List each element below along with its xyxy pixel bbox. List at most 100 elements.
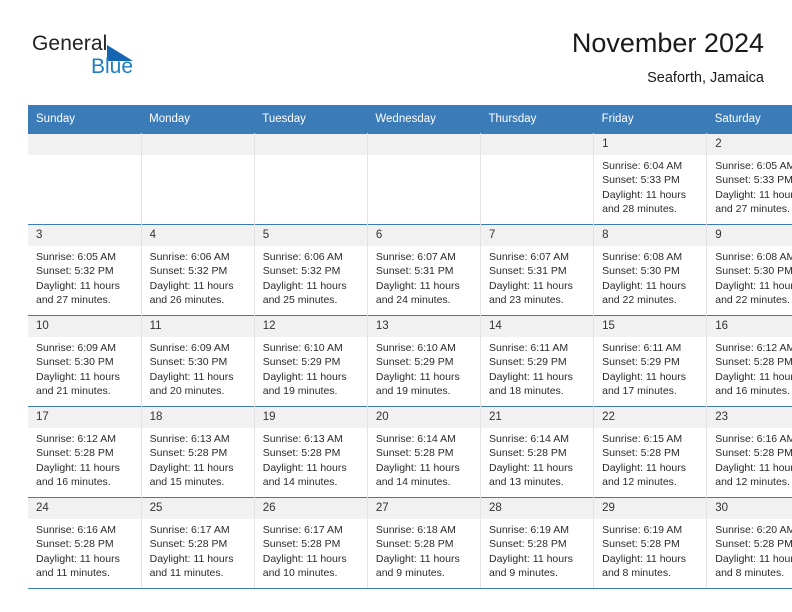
calendar-day-cell[interactable]: 16 Sunrise: 6:12 AM Sunset: 5:28 PM Dayligh… (706, 315, 792, 407)
sunrise-text: Sunrise: 6:13 AM (149, 433, 230, 445)
daylight-text: Daylight: 11 hours and 27 minutes. (36, 279, 120, 307)
calendar-day-cell[interactable]: 2 Sunrise: 6:05 AM Sunset: 5:33 PM Daylight… (706, 133, 792, 225)
day-sun-info: Sunrise: 6:12 AM Sunset: 5:28 PM Daylight:… (707, 337, 792, 399)
calendar-day-cell[interactable]: 6 Sunrise: 6:07 AM Sunset: 5:31 PM Daylight… (367, 224, 482, 316)
daylight-text: Daylight: 11 hours and 12 minutes. (602, 461, 686, 489)
page-subtitle-location: Seaforth, Jamaica (647, 70, 764, 86)
daylight-text: Daylight: 11 hours and 25 minutes. (262, 279, 347, 307)
daylight-text: Daylight: 11 hours and 23 minutes. (489, 279, 573, 307)
day-sun-info: Sunrise: 6:05 AM Sunset: 5:32 PM Daylight:… (28, 246, 141, 308)
calendar-day-cell[interactable]: 11 Sunrise: 6:09 AM Sunset: 5:30 PM Dayligh… (141, 315, 255, 407)
weekday-header-saturday: Saturday (706, 105, 792, 134)
day-number: 24 (28, 498, 141, 519)
calendar-day-cell[interactable]: 30 Sunrise: 6:20 AM Sunset: 5:28 PM Dayligh… (706, 497, 792, 589)
day-sun-info: Sunrise: 6:13 AM Sunset: 5:28 PM Daylight:… (142, 428, 254, 490)
daylight-text: Daylight: 11 hours and 16 minutes. (36, 461, 120, 489)
calendar-day-cell-empty (254, 133, 368, 225)
daylight-text: Daylight: 11 hours and 28 minutes. (602, 188, 686, 216)
sunrise-text: Sunrise: 6:12 AM (715, 342, 792, 354)
calendar-day-cell[interactable]: 25 Sunrise: 6:17 AM Sunset: 5:28 PM Dayligh… (141, 497, 255, 589)
daylight-text: Daylight: 11 hours and 27 minutes. (715, 188, 792, 216)
calendar-header-row: Sunday Monday Tuesday Wednesday Thursday… (28, 105, 792, 134)
calendar-grid: Sunday Monday Tuesday Wednesday Thursday… (28, 105, 792, 589)
page-title: November 2024 (571, 28, 764, 58)
day-number (481, 134, 594, 155)
day-sun-info: Sunrise: 6:11 AM Sunset: 5:29 PM Daylight:… (481, 337, 593, 399)
weekday-header-sunday: Sunday (28, 105, 142, 134)
sunset-text: Sunset: 5:28 PM (149, 538, 228, 551)
sunset-text: Sunset: 5:29 PM (375, 356, 454, 369)
sunset-text: Sunset: 5:28 PM (602, 447, 680, 460)
calendar-day-cell[interactable]: 17 Sunrise: 6:12 AM Sunset: 5:28 PM Dayligh… (28, 406, 142, 498)
calendar-day-cell[interactable]: 14 Sunrise: 6:11 AM Sunset: 5:29 PM Dayligh… (480, 315, 595, 407)
calendar-day-cell[interactable]: 15 Sunrise: 6:11 AM Sunset: 5:29 PM Dayligh… (593, 315, 708, 407)
day-sun-info: Sunrise: 6:19 AM Sunset: 5:28 PM Daylight:… (594, 519, 706, 581)
calendar-day-cell[interactable]: 12 Sunrise: 6:10 AM Sunset: 5:29 PM Dayligh… (254, 315, 368, 407)
calendar-week-row: 24 Sunrise: 6:16 AM Sunset: 5:28 PM Dayligh… (28, 497, 792, 589)
day-number: 14 (481, 316, 594, 337)
calendar-day-cell[interactable]: 27 Sunrise: 6:18 AM Sunset: 5:28 PM Dayligh… (367, 497, 482, 589)
calendar-day-cell[interactable]: 24 Sunrise: 6:16 AM Sunset: 5:28 PM Dayligh… (28, 497, 142, 589)
sunrise-text: Sunrise: 6:14 AM (489, 433, 569, 445)
calendar-day-cell[interactable]: 1 Sunrise: 6:04 AM Sunset: 5:33 PM Daylight… (593, 133, 708, 225)
day-number: 22 (594, 407, 707, 428)
calendar-day-cell-empty (28, 133, 142, 225)
calendar-day-cell[interactable]: 10 Sunrise: 6:09 AM Sunset: 5:30 PM Dayligh… (28, 315, 142, 407)
calendar-day-cell[interactable]: 4 Sunrise: 6:06 AM Sunset: 5:32 PM Daylight… (141, 224, 255, 316)
day-sun-info: Sunrise: 6:09 AM Sunset: 5:30 PM Daylight:… (28, 337, 141, 399)
calendar-day-cell[interactable]: 5 Sunrise: 6:06 AM Sunset: 5:32 PM Daylight… (254, 224, 368, 316)
calendar-day-cell[interactable]: 28 Sunrise: 6:19 AM Sunset: 5:28 PM Dayligh… (480, 497, 595, 589)
calendar-day-cell[interactable]: 7 Sunrise: 6:07 AM Sunset: 5:31 PM Daylight… (480, 224, 595, 316)
calendar-table: Sunday Monday Tuesday Wednesday Thursday… (28, 105, 792, 589)
sunrise-text: Sunrise: 6:20 AM (715, 524, 792, 536)
day-sun-info: Sunrise: 6:15 AM Sunset: 5:28 PM Daylight:… (594, 428, 706, 490)
calendar-day-cell[interactable]: 21 Sunrise: 6:14 AM Sunset: 5:28 PM Dayligh… (480, 406, 595, 498)
calendar-week-row: 1 Sunrise: 6:04 AM Sunset: 5:33 PM Daylight… (28, 133, 792, 225)
day-sun-info: Sunrise: 6:07 AM Sunset: 5:31 PM Daylight:… (368, 246, 480, 308)
calendar-body: 1 Sunrise: 6:04 AM Sunset: 5:33 PM Daylight… (28, 133, 792, 589)
sunset-text: Sunset: 5:30 PM (715, 265, 792, 278)
logo-text-blue: Blue (91, 55, 134, 78)
sunset-text: Sunset: 5:29 PM (262, 356, 341, 369)
sunrise-text: Sunrise: 6:06 AM (149, 251, 230, 263)
daylight-text: Daylight: 11 hours and 14 minutes. (375, 461, 460, 489)
sunrise-text: Sunrise: 6:16 AM (715, 433, 792, 445)
sunset-text: Sunset: 5:28 PM (149, 447, 228, 460)
calendar-day-cell[interactable]: 29 Sunrise: 6:19 AM Sunset: 5:28 PM Dayligh… (593, 497, 708, 589)
daylight-text: Daylight: 11 hours and 13 minutes. (489, 461, 573, 489)
sunset-text: Sunset: 5:28 PM (36, 538, 114, 551)
sunset-text: Sunset: 5:28 PM (489, 447, 567, 460)
day-sun-info: Sunrise: 6:07 AM Sunset: 5:31 PM Daylight:… (481, 246, 593, 308)
day-sun-info: Sunrise: 6:06 AM Sunset: 5:32 PM Daylight:… (142, 246, 254, 308)
day-number: 16 (707, 316, 792, 337)
calendar-day-cell[interactable]: 13 Sunrise: 6:10 AM Sunset: 5:29 PM Dayligh… (367, 315, 482, 407)
daylight-text: Daylight: 11 hours and 21 minutes. (36, 370, 120, 398)
day-number: 23 (707, 407, 792, 428)
sunset-text: Sunset: 5:33 PM (602, 174, 680, 187)
calendar-day-cell[interactable]: 3 Sunrise: 6:05 AM Sunset: 5:32 PM Daylight… (28, 224, 142, 316)
calendar-day-cell[interactable]: 19 Sunrise: 6:13 AM Sunset: 5:28 PM Dayligh… (254, 406, 368, 498)
day-sun-info: Sunrise: 6:04 AM Sunset: 5:33 PM Daylight:… (594, 155, 706, 217)
calendar-day-cell[interactable]: 20 Sunrise: 6:14 AM Sunset: 5:28 PM Dayligh… (367, 406, 482, 498)
calendar-day-cell[interactable]: 26 Sunrise: 6:17 AM Sunset: 5:28 PM Dayligh… (254, 497, 368, 589)
day-number: 15 (594, 316, 707, 337)
calendar-day-cell[interactable]: 8 Sunrise: 6:08 AM Sunset: 5:30 PM Daylight… (593, 224, 708, 316)
daylight-text: Daylight: 11 hours and 8 minutes. (602, 552, 686, 580)
calendar-day-cell[interactable]: 9 Sunrise: 6:08 AM Sunset: 5:30 PM Daylight… (706, 224, 792, 316)
daylight-text: Daylight: 11 hours and 11 minutes. (149, 552, 234, 580)
sunrise-text: Sunrise: 6:09 AM (36, 342, 116, 354)
sunrise-text: Sunrise: 6:05 AM (715, 160, 792, 172)
calendar-day-cell-empty (367, 133, 482, 225)
day-sun-info: Sunrise: 6:11 AM Sunset: 5:29 PM Daylight:… (594, 337, 706, 399)
day-number: 3 (28, 225, 141, 246)
calendar-day-cell[interactable]: 23 Sunrise: 6:16 AM Sunset: 5:28 PM Dayligh… (706, 406, 792, 498)
calendar-day-cell[interactable]: 18 Sunrise: 6:13 AM Sunset: 5:28 PM Dayligh… (141, 406, 255, 498)
calendar-day-cell[interactable]: 22 Sunrise: 6:15 AM Sunset: 5:28 PM Dayligh… (593, 406, 708, 498)
day-sun-info: Sunrise: 6:14 AM Sunset: 5:28 PM Daylight:… (368, 428, 480, 490)
sunset-text: Sunset: 5:31 PM (375, 265, 454, 278)
day-sun-info: Sunrise: 6:05 AM Sunset: 5:33 PM Daylight:… (707, 155, 792, 217)
sunset-text: Sunset: 5:32 PM (262, 265, 341, 278)
day-number: 4 (141, 225, 254, 246)
weekday-header-wednesday: Wednesday (367, 105, 481, 134)
general-blue-logo[interactable]: General Blue (32, 32, 152, 84)
